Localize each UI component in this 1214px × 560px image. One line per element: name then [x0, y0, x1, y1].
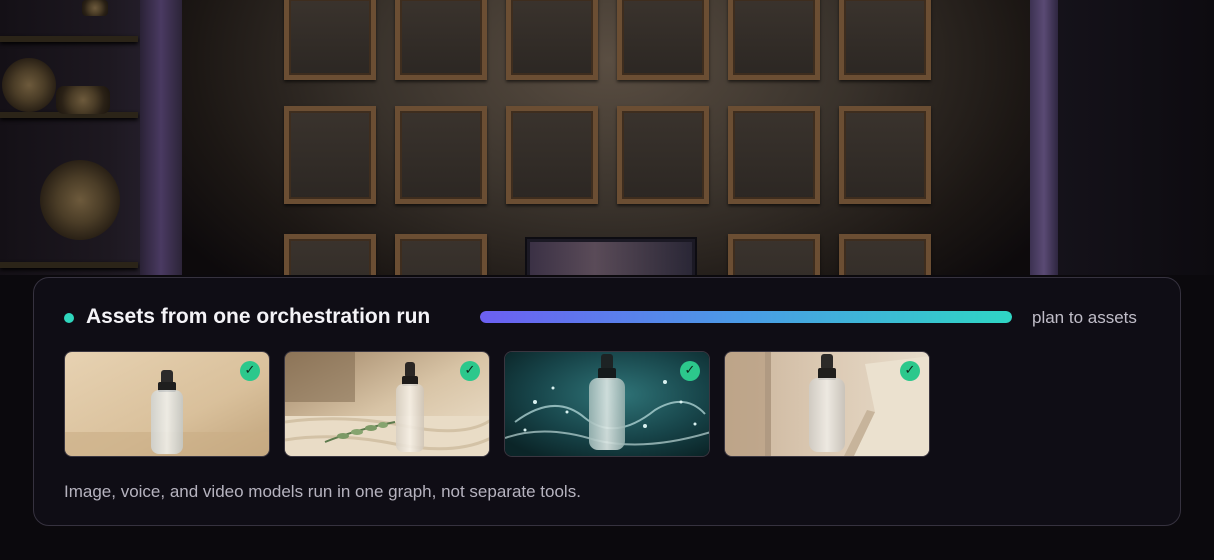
progress-label: plan to assets — [1032, 308, 1137, 327]
wall-panel — [506, 106, 598, 204]
card-title: Assets from one orchestration run — [86, 305, 431, 328]
check-icon: ✓ — [240, 361, 260, 381]
check-icon: ✓ — [680, 361, 700, 381]
film-reel-icon — [40, 160, 120, 240]
wall-panel — [839, 106, 931, 204]
wall-panel — [728, 106, 820, 204]
asset-thumbnail[interactable]: ✓ — [284, 351, 490, 457]
orchestration-run-card: Assets from one orchestration run plan t… — [33, 277, 1181, 526]
check-icon: ✓ — [900, 361, 920, 381]
shelf-board — [0, 262, 138, 268]
asset-thumbnail[interactable]: ✓ — [504, 351, 710, 457]
wall-panel — [617, 0, 709, 80]
card-caption: Image, voice, and video models run in on… — [64, 482, 581, 501]
asset-thumbnails: ✓ ✓ ✓ ✓ — [64, 351, 944, 457]
wall-panel — [506, 0, 598, 80]
wall-panel — [284, 106, 376, 204]
curtain-right — [1030, 0, 1058, 300]
film-reel-icon — [2, 58, 56, 112]
wall-panel — [728, 0, 820, 80]
progress-bar — [480, 311, 1012, 323]
film-reel-icon — [82, 0, 108, 16]
film-reel-icon — [56, 86, 110, 114]
shelf-board — [0, 36, 138, 42]
asset-thumbnail[interactable]: ✓ — [724, 351, 930, 457]
wall-panel — [284, 0, 376, 80]
progress-bar-fill — [480, 311, 1012, 323]
wall-panel — [617, 106, 709, 204]
wall-panel — [395, 106, 487, 204]
check-icon: ✓ — [460, 361, 480, 381]
asset-thumbnail[interactable]: ✓ — [64, 351, 270, 457]
curtain-left — [140, 0, 182, 300]
wall-panel — [395, 0, 487, 80]
status-dot-icon — [64, 313, 74, 323]
wall-panel — [839, 0, 931, 80]
